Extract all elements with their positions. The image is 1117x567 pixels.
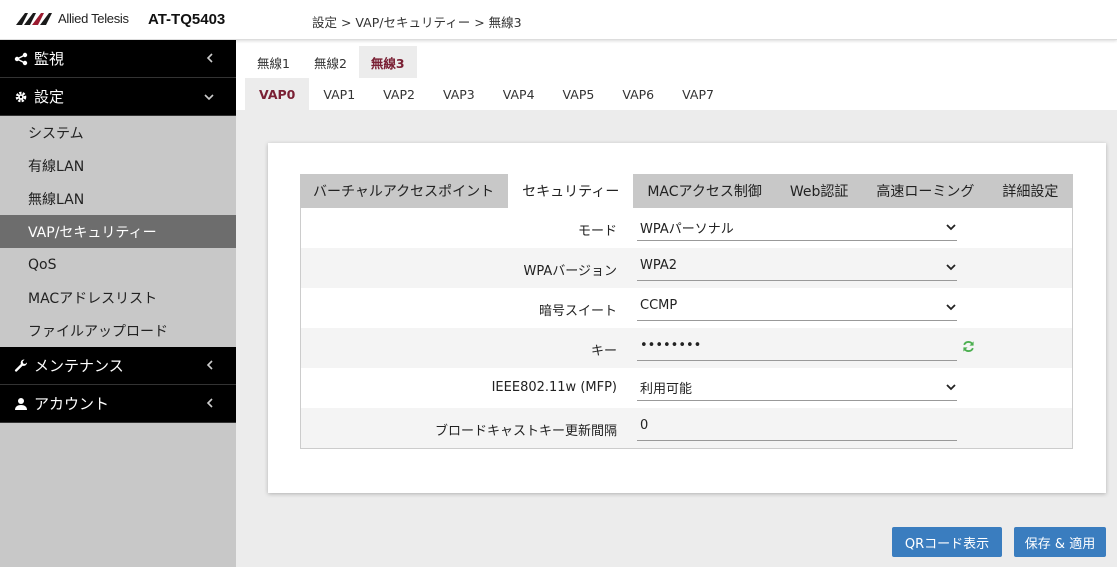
- tab-radio-3[interactable]: 無線3: [358, 46, 417, 78]
- tab-mac-access-control[interactable]: MACアクセス制御: [633, 174, 776, 208]
- cipher-suite-label: 暗号スイート: [538, 304, 617, 319]
- sidebar-item-wired-lan[interactable]: 有線LAN: [0, 149, 236, 182]
- tab-vap3[interactable]: VAP3: [429, 78, 489, 110]
- wpa-version-select[interactable]: WPA2: [637, 254, 957, 281]
- key-label: キー: [590, 344, 617, 359]
- security-form: モード WPAパーソナル WPAバージョン WPA2 暗号スイート CCMP キ…: [300, 208, 1073, 449]
- form-row-cipher-suite: 暗号スイート CCMP: [301, 288, 1072, 328]
- radio-tabs: 無線1 無線2 無線3: [245, 46, 417, 78]
- tab-security[interactable]: セキュリティー: [508, 174, 634, 208]
- wpa-version-value: WPA2: [640, 258, 678, 273]
- tab-vap5[interactable]: VAP5: [549, 78, 609, 110]
- brand-logo: Allied Telesis: [16, 11, 129, 26]
- broadcast-key-interval-input[interactable]: 0: [637, 414, 957, 441]
- tab-vap2[interactable]: VAP2: [369, 78, 429, 110]
- wpa-version-label: WPAバージョン: [523, 264, 618, 279]
- tab-radio-2[interactable]: 無線2: [302, 46, 359, 78]
- tab-web-auth[interactable]: Web認証: [776, 174, 863, 208]
- breadcrumb: 設定 > VAP/セキュリティー > 無線3: [312, 15, 522, 30]
- form-row-broadcast-key-interval: ブロードキャストキー更新間隔 0: [301, 408, 1072, 448]
- key-input[interactable]: ••••••••: [637, 334, 957, 361]
- mode-label: モード: [577, 224, 617, 239]
- sidebar-section-monitor[interactable]: 監視: [0, 40, 236, 78]
- cipher-suite-select[interactable]: CCMP: [637, 294, 957, 321]
- form-row-mfp: IEEE802.11w (MFP) 利用可能: [301, 368, 1072, 408]
- tab-header: 無線1 無線2 無線3 VAP0 VAP1 VAP2 VAP3 VAP4 VAP…: [236, 40, 1117, 110]
- sidebar-section-label: アカウント: [34, 395, 110, 413]
- mfp-value: 利用可能: [640, 382, 693, 397]
- form-row-mode: モード WPAパーソナル: [301, 208, 1072, 248]
- tab-virtual-access-point[interactable]: バーチャルアクセスポイント: [300, 174, 508, 208]
- main-content: 無線1 無線2 無線3 VAP0 VAP1 VAP2 VAP3 VAP4 VAP…: [236, 40, 1117, 567]
- user-icon: [12, 397, 30, 411]
- sidebar-item-qos[interactable]: QoS: [0, 248, 236, 281]
- broadcast-key-interval-value: 0: [640, 418, 649, 433]
- settings-card: バーチャルアクセスポイント セキュリティー MACアクセス制御 Web認証 高速…: [268, 143, 1106, 493]
- sidebar-section-label: メンテナンス: [34, 357, 124, 375]
- sidebar-item-vap-security[interactable]: VAP/セキュリティー: [0, 215, 236, 248]
- chevron-left-icon: [206, 52, 214, 66]
- qr-code-button[interactable]: QRコード表示: [892, 527, 1002, 557]
- cipher-suite-value: CCMP: [640, 298, 678, 313]
- tab-advanced[interactable]: 詳細設定: [988, 174, 1072, 208]
- chevron-down-icon: [946, 384, 956, 391]
- save-apply-button[interactable]: 保存 & 適用: [1014, 527, 1106, 557]
- tab-radio-1[interactable]: 無線1: [245, 46, 302, 78]
- chevron-down-icon: [946, 304, 956, 311]
- key-value: ••••••••: [640, 338, 702, 353]
- form-row-wpa-version: WPAバージョン WPA2: [301, 248, 1072, 288]
- sidebar-section-maintenance[interactable]: メンテナンス: [0, 347, 236, 385]
- chevron-left-icon: [206, 397, 214, 411]
- tab-fast-roaming[interactable]: 高速ローミング: [862, 174, 988, 208]
- refresh-icon[interactable]: [962, 340, 975, 357]
- share-icon: [12, 52, 30, 66]
- tab-vap4[interactable]: VAP4: [489, 78, 549, 110]
- sidebar-section-account[interactable]: アカウント: [0, 385, 236, 423]
- section-tabs: バーチャルアクセスポイント セキュリティー MACアクセス制御 Web認証 高速…: [300, 174, 1073, 208]
- sidebar-section-label: 監視: [34, 50, 65, 68]
- mfp-label: IEEE802.11w (MFP): [491, 380, 617, 395]
- mode-select[interactable]: WPAパーソナル: [637, 214, 957, 241]
- logo-text: Allied Telesis: [58, 11, 129, 26]
- sidebar: 監視 設定 システム 有線LAN 無線LAN VAP/セキュリティー QoS M…: [0, 40, 236, 567]
- device-model: AT-TQ5403: [148, 11, 226, 28]
- tab-vap7[interactable]: VAP7: [668, 78, 728, 110]
- tab-vap6[interactable]: VAP6: [608, 78, 668, 110]
- sidebar-item-system[interactable]: システム: [0, 116, 236, 149]
- mode-value: WPAパーソナル: [640, 222, 734, 237]
- gear-icon: [12, 90, 30, 104]
- sidebar-item-wireless-lan[interactable]: 無線LAN: [0, 182, 236, 215]
- sidebar-section-label: 設定: [34, 88, 65, 106]
- chevron-down-icon: [204, 90, 214, 104]
- tab-vap0[interactable]: VAP0: [245, 78, 310, 110]
- chevron-down-icon: [946, 264, 956, 271]
- chevron-down-icon: [946, 224, 956, 231]
- sidebar-section-settings[interactable]: 設定: [0, 78, 236, 116]
- form-row-key: キー ••••••••: [301, 328, 1072, 368]
- chevron-left-icon: [206, 359, 214, 373]
- vap-tabs: VAP0 VAP1 VAP2 VAP3 VAP4 VAP5 VAP6 VAP7: [245, 78, 1117, 110]
- broadcast-key-interval-label: ブロードキャストキー更新間隔: [434, 424, 617, 439]
- sidebar-item-mac-address-list[interactable]: MACアドレスリスト: [0, 281, 236, 314]
- mfp-select[interactable]: 利用可能: [637, 374, 957, 401]
- tab-vap1[interactable]: VAP1: [309, 78, 369, 110]
- top-header: Allied Telesis AT-TQ5403 設定 > VAP/セキュリティ…: [0, 0, 1117, 40]
- sidebar-item-file-upload[interactable]: ファイルアップロード: [0, 314, 236, 347]
- wrench-icon: [12, 359, 30, 373]
- allied-telesis-logo-icon: [16, 12, 52, 25]
